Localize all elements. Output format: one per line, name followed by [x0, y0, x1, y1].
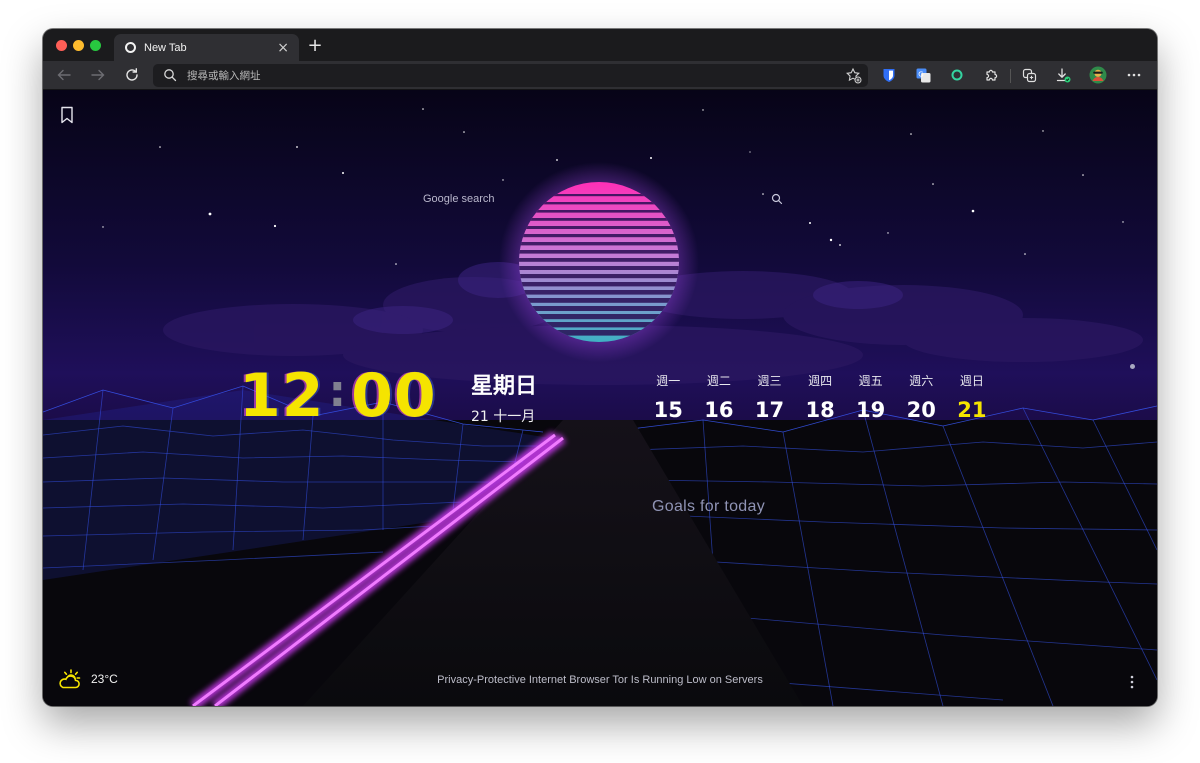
tab-favicon-icon — [125, 42, 136, 53]
news-headline[interactable]: Privacy-Protective Internet Browser Tor … — [43, 674, 1157, 686]
weekday-label: 星期日 — [471, 374, 538, 399]
week-day: 週一 15 — [643, 372, 694, 422]
clock: 12 : 00 — [239, 360, 437, 432]
new-tab-page: 12 : 00 星期日 21 十一月 週一 15 週二 16 週三 17 週四 … — [43, 90, 1157, 706]
collections-button[interactable] — [1020, 66, 1038, 84]
week-day: 週五 19 — [845, 372, 896, 422]
browser-window: New Tab × + G — [43, 29, 1157, 706]
week-day: 週三 17 — [744, 372, 795, 422]
puzzle-icon — [985, 69, 997, 81]
week-day-number: 17 — [754, 398, 785, 422]
week-day: 週六 20 — [896, 372, 947, 422]
goals-for-today[interactable]: Goals for today — [652, 498, 765, 516]
add-favorite-icon[interactable] — [845, 67, 862, 84]
google-search-input[interactable] — [423, 189, 753, 209]
week-day-label: 週二 — [706, 374, 731, 388]
address-bar[interactable] — [153, 64, 868, 87]
avatar-icon — [1089, 66, 1107, 84]
week-day-number: 16 — [704, 398, 734, 422]
profile-button[interactable] — [1089, 66, 1107, 84]
more-vertical-icon[interactable] — [1128, 674, 1136, 690]
downloads-button[interactable] — [1054, 66, 1072, 84]
forward-button[interactable] — [89, 66, 107, 84]
search-icon — [164, 69, 177, 82]
side-panel-handle[interactable] — [1130, 364, 1135, 369]
clock-hours: 12 — [239, 361, 325, 431]
tab-strip: New Tab × + — [43, 29, 1157, 61]
week-strip: 週一 15 週二 16 週三 17 週四 18 週五 19 週六 20 週日 2… — [643, 372, 997, 422]
week-day-number: 15 — [653, 398, 683, 422]
date-label: 21 十一月 — [471, 409, 536, 425]
week-day-label: 週日 — [959, 374, 984, 388]
window-minimize-button[interactable] — [73, 40, 84, 51]
reload-icon — [126, 68, 138, 81]
week-day-number: 21 — [957, 398, 987, 422]
extension-ring-button[interactable] — [948, 66, 966, 84]
collections-icon — [1022, 68, 1036, 82]
toolbar-divider — [1010, 69, 1011, 83]
arrow-left-icon — [57, 69, 71, 81]
svg-text:G: G — [918, 70, 923, 78]
tab-new-tab[interactable]: New Tab × — [114, 34, 299, 61]
week-day-number: 19 — [856, 398, 886, 422]
google-search-box[interactable] — [423, 189, 783, 209]
translate-icon: G — [916, 68, 930, 82]
week-day-today: 週日 21 — [947, 372, 998, 422]
extension-translate-button[interactable]: G — [914, 66, 932, 84]
reload-button[interactable] — [123, 66, 141, 84]
shield-icon — [883, 68, 895, 82]
week-day-number: 20 — [906, 398, 936, 422]
extension-bitwarden-button[interactable] — [880, 66, 898, 84]
tab-title: New Tab — [144, 41, 187, 54]
week-day: 週四 18 — [795, 372, 846, 422]
week-day: 週二 16 — [694, 372, 745, 422]
back-button[interactable] — [55, 66, 73, 84]
week-day-label: 週一 — [656, 374, 681, 388]
week-day-label: 週四 — [808, 374, 833, 388]
search-icon[interactable] — [771, 193, 783, 205]
window-maximize-button[interactable] — [90, 40, 101, 51]
browser-toolbar: G — [43, 61, 1157, 90]
settings-menu-button[interactable] — [1125, 66, 1143, 84]
week-day-number: 18 — [805, 398, 835, 422]
address-input[interactable] — [187, 67, 787, 84]
new-tab-button[interactable]: + — [305, 34, 325, 58]
ring-icon — [951, 69, 963, 81]
window-close-button[interactable] — [56, 40, 67, 51]
more-horizontal-icon — [1127, 73, 1141, 77]
download-icon — [1056, 68, 1071, 83]
tab-close-icon[interactable]: × — [277, 41, 289, 55]
bookmark-icon[interactable] — [60, 106, 74, 124]
clock-minutes: 00 — [351, 361, 437, 431]
extensions-button[interactable] — [982, 66, 1000, 84]
clock-colon: : — [328, 366, 348, 417]
week-day-label: 週五 — [858, 374, 883, 388]
arrow-right-icon — [91, 69, 105, 81]
week-day-label: 週六 — [909, 374, 934, 388]
week-day-label: 週三 — [757, 374, 782, 388]
